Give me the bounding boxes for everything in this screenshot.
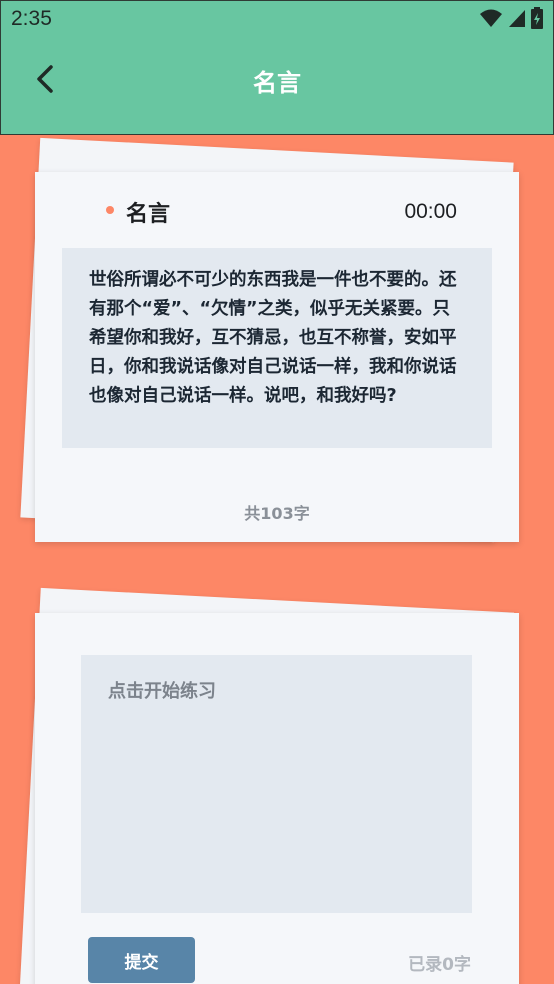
practice-placeholder: 点击开始练习 [108,681,216,702]
signal-icon [508,8,526,32]
char-count: 共103字 [244,504,310,523]
status-time: 2:35 [11,7,52,30]
quote-box: 世俗所谓必不可少的东西我是一件也不要的。还有那个“爱”、“欠情”之类，似乎无关紧… [62,248,492,448]
submit-button[interactable]: 提交 [88,937,195,983]
status-bar: 2:35 [1,1,553,39]
app-header: 2:35 名言 [0,0,554,135]
quote-card-title: 名言 [126,202,171,227]
quote-card: 名言 00:00 世俗所谓必不可少的东西我是一件也不要的。还有那个“爱”、“欠情… [35,172,519,542]
practice-input[interactable]: 点击开始练习 [81,655,472,913]
wifi-icon [479,8,503,32]
practice-card: 点击开始练习 提交 已录0字 [35,613,519,984]
bullet-dot [106,206,114,214]
page-title: 名言 [253,69,301,97]
timer: 00:00 [404,200,457,223]
typed-count: 已录0字 [408,955,471,975]
status-icons [479,7,543,33]
quote-text: 世俗所谓必不可少的东西我是一件也不要的。还有那个“爱”、“欠情”之类，似乎无关紧… [89,270,457,406]
battery-icon [531,7,543,33]
